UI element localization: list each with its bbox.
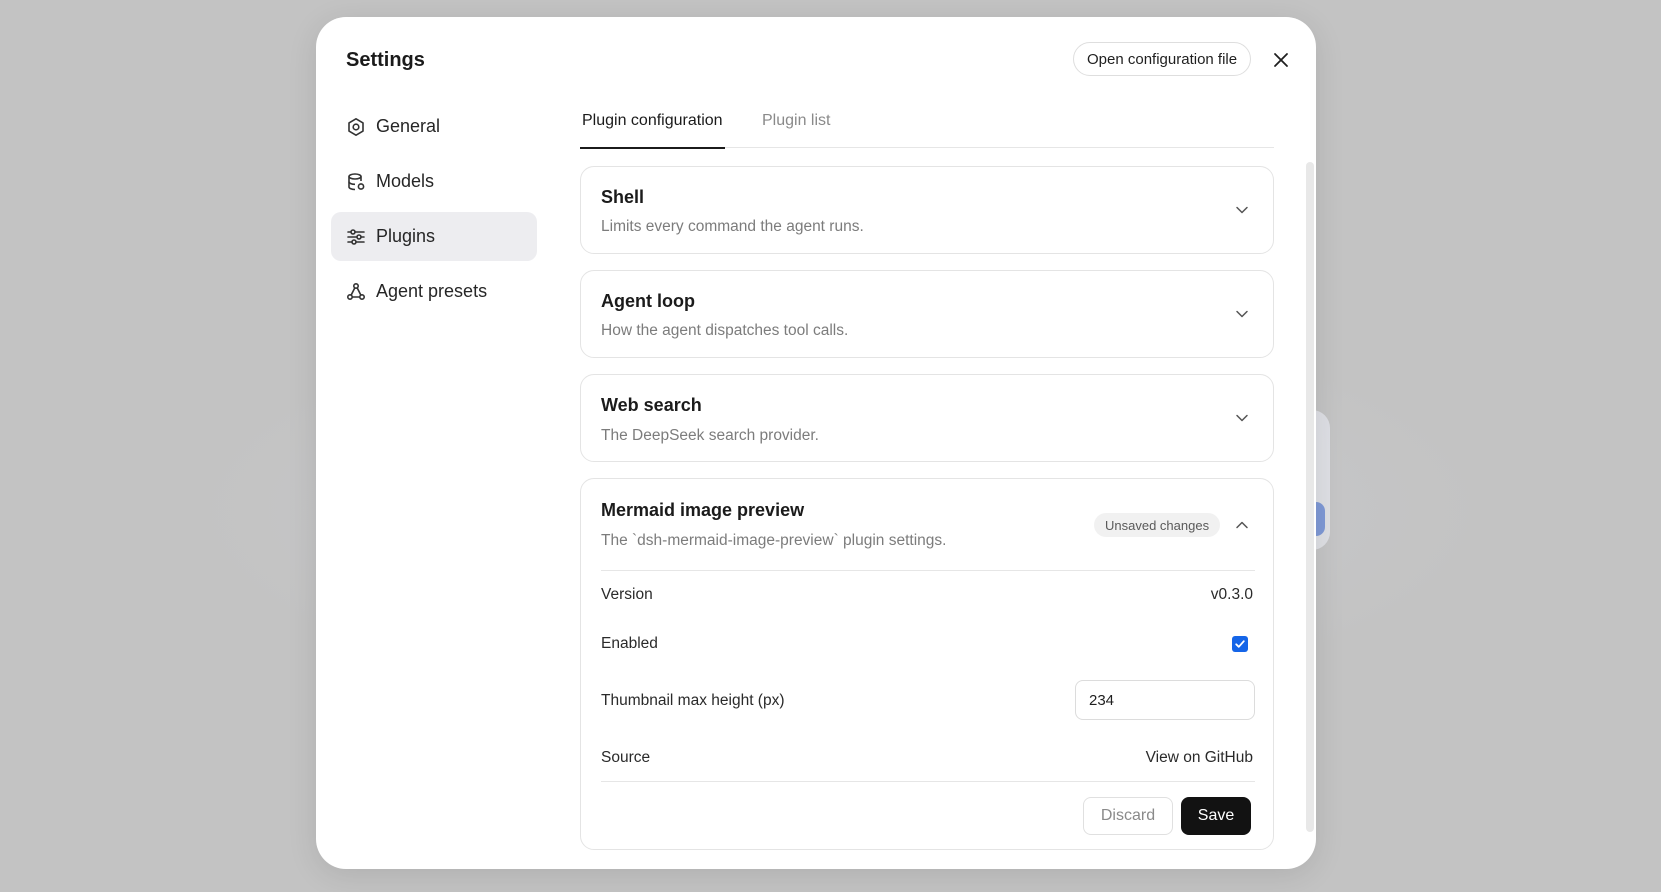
tab-plugin-list[interactable]: Plugin list — [760, 94, 832, 148]
close-icon — [1274, 53, 1288, 67]
plugin-title: Agent loop — [601, 291, 695, 311]
scrollbar[interactable] — [1306, 162, 1314, 832]
sidebar-item-plugins[interactable]: Plugins — [331, 212, 537, 261]
tab-plugin-configuration[interactable]: Plugin configuration — [580, 94, 725, 149]
enabled-label: Enabled — [601, 635, 658, 652]
chevron-down-icon — [1236, 206, 1248, 214]
enabled-checkbox[interactable] — [1232, 636, 1248, 652]
unsaved-changes-badge: Unsaved changes — [1094, 513, 1221, 537]
view-on-github-link[interactable]: View on GitHub — [1146, 749, 1253, 767]
plugin-description: The `dsh-mermaid-image-preview` plugin s… — [601, 532, 947, 549]
sidebar-item-label: Agent presets — [376, 281, 488, 301]
close-button[interactable] — [1270, 49, 1292, 71]
plugin-description: Limits every command the agent runs. — [601, 218, 864, 235]
chevron-down-icon — [1236, 310, 1248, 318]
divider — [601, 570, 1255, 571]
checkmark-icon — [1235, 640, 1245, 648]
plugin-description: How the agent dispatches tool calls. — [601, 322, 849, 339]
plugin-card-mermaid-image-preview: Mermaid image preview The `dsh-mermaid-i… — [580, 478, 1274, 850]
sidebar-item-general[interactable]: General — [331, 102, 537, 151]
expand-button[interactable] — [1235, 411, 1249, 425]
plugin-card-shell[interactable]: Shell Limits every command the agent run… — [580, 166, 1274, 254]
tab-bar: Plugin configuration Plugin list — [580, 94, 1274, 149]
plugin-title: Web search — [601, 395, 702, 415]
sidebar-item-label: Plugins — [376, 226, 436, 246]
chevron-down-icon — [1236, 414, 1248, 422]
presets-icon — [346, 282, 366, 302]
source-label: Source — [601, 749, 651, 766]
plugin-title: Mermaid image preview — [601, 500, 805, 520]
sidebar-item-agent-presets[interactable]: Agent presets — [331, 267, 537, 316]
sidebar-item-models[interactable]: Models — [331, 157, 537, 206]
version-label: Version — [601, 586, 653, 603]
plugin-card-agent-loop[interactable]: Agent loop How the agent dispatches tool… — [580, 270, 1274, 358]
database-icon — [346, 172, 366, 192]
plugin-title: Shell — [601, 187, 645, 207]
chevron-up-icon — [1236, 521, 1248, 529]
divider — [601, 781, 1255, 782]
expand-button[interactable] — [1235, 307, 1249, 321]
expand-button[interactable] — [1235, 203, 1249, 217]
discard-button[interactable]: Discard — [1083, 797, 1173, 835]
thumbnail-height-label: Thumbnail max height (px) — [601, 692, 785, 709]
thumbnail-height-input[interactable] — [1075, 680, 1255, 720]
plugin-card-web-search[interactable]: Web search The DeepSeek search provider. — [580, 374, 1274, 462]
sidebar-item-label: General — [376, 116, 441, 136]
modal-title: Settings — [346, 49, 425, 71]
collapse-button[interactable] — [1235, 518, 1249, 532]
open-config-button[interactable]: Open configuration file — [1073, 42, 1252, 76]
sidebar-item-label: Models — [376, 171, 435, 191]
sidebar-nav: General Models Plugins Agent presets — [331, 102, 537, 322]
save-button[interactable]: Save — [1181, 797, 1251, 835]
settings-modal: Settings Open configuration file General — [316, 17, 1316, 869]
version-value: v0.3.0 — [1210, 586, 1253, 603]
gear-icon — [346, 117, 366, 137]
plugin-description: The DeepSeek search provider. — [601, 427, 819, 444]
sliders-icon — [346, 227, 366, 247]
plugin-list: Shell Limits every command the agent run… — [580, 148, 1274, 869]
